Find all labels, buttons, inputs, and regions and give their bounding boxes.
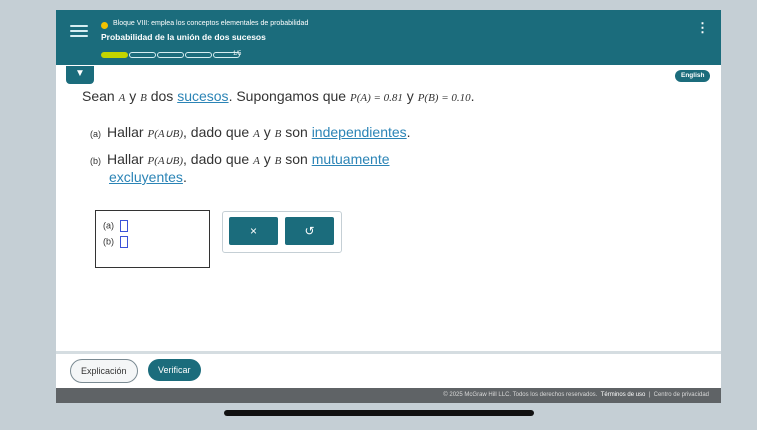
progress-segment (101, 52, 128, 58)
clear-button[interactable]: × (229, 217, 278, 245)
privacy-link[interactable]: Centro de privacidad (654, 392, 709, 398)
part-b: (b) Hallar P(A∪B), dado que A y B son mut… (90, 151, 390, 167)
divider (56, 351, 721, 354)
part-a: (a) Hallar P(A∪B), dado que A y B son ind… (90, 124, 411, 140)
lesson-title: Probabilidad de la unión de dos sucesos (101, 32, 266, 42)
explanation-button[interactable]: Explicación (70, 359, 138, 383)
answer-tools: × ↺ (222, 211, 342, 253)
answer-input-b[interactable] (120, 236, 128, 248)
copyright-bar: © 2025 McGraw Hill LLC. Todos los derech… (56, 388, 721, 403)
undo-button[interactable]: ↺ (285, 217, 334, 245)
more-options-icon[interactable]: ⋮ (696, 21, 709, 34)
answer-box: (a) (b) (95, 210, 210, 268)
hamburger-menu-icon[interactable] (70, 22, 88, 40)
english-button[interactable]: English (675, 70, 711, 82)
answer-input-a[interactable] (120, 220, 128, 232)
chevron-down-icon[interactable]: ▼ (66, 66, 94, 84)
link-mutuamente[interactable]: mutuamente (312, 151, 390, 167)
question-text: Sean A y B dos sucesos. Supongamos que P… (82, 88, 475, 104)
answer-row-b: (b) (103, 236, 128, 248)
link-independientes[interactable]: independientes (312, 124, 407, 140)
block-title: Bloque VIII: emplea los conceptos elemen… (113, 20, 309, 27)
progress-segment (129, 52, 156, 58)
link-sucesos[interactable]: sucesos (177, 88, 228, 104)
progress-segment (157, 52, 184, 58)
verify-button[interactable]: Verificar (148, 359, 201, 381)
link-excluyentes[interactable]: excluyentes (109, 169, 183, 185)
progress-count: 1/5 (233, 51, 242, 57)
home-indicator[interactable] (224, 410, 534, 416)
progress-bar (101, 52, 240, 58)
part-b-continued: excluyentes. (109, 169, 187, 185)
app-frame: Bloque VIII: emplea los conceptos elemen… (56, 10, 721, 403)
progress-segment (185, 52, 212, 58)
status-dot-icon (101, 22, 108, 29)
answer-row-a: (a) (103, 220, 128, 232)
top-bar: Bloque VIII: emplea los conceptos elemen… (56, 10, 721, 65)
terms-link[interactable]: Términos de uso (601, 392, 646, 398)
